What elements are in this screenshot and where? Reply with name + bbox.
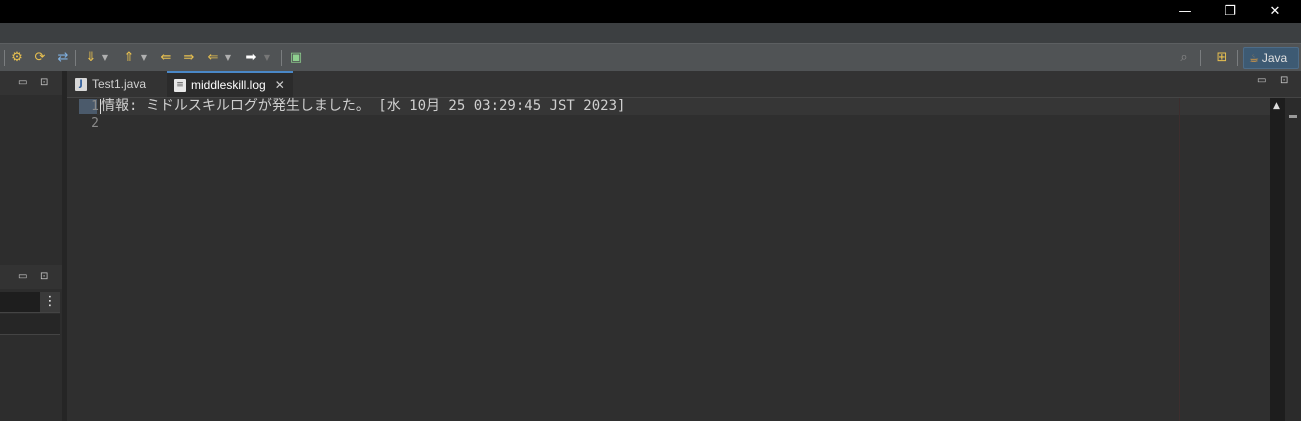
restore-window-icon[interactable]: ❐ (1207, 0, 1253, 23)
tab-middleskill-log[interactable]: ≡ middleskill.log ✕ (167, 71, 293, 97)
left-panel-top-header: ▭ ⊡ (0, 71, 62, 95)
open-perspective-icon[interactable]: ⊞ (1214, 50, 1230, 66)
toolbar-separator (1200, 50, 1201, 66)
line-number: 1 (91, 99, 99, 114)
editor-area: J Test1.java ≡ middleskill.log ✕ ▭ ⊡ 1 2… (67, 71, 1301, 421)
refresh-icon[interactable]: ⟳ (32, 50, 48, 66)
forward-icon[interactable]: ➡ (243, 50, 259, 66)
next-annotation-icon[interactable]: ⇓ (83, 50, 99, 66)
minimize-view-icon[interactable]: ▭ (18, 271, 27, 283)
overview-ruler[interactable] (1285, 98, 1301, 421)
java-file-icon: J (75, 77, 87, 91)
scroll-up-icon[interactable]: ▲ (1273, 101, 1280, 111)
maximize-view-icon[interactable]: ⊡ (40, 77, 48, 89)
toolbar-separator (75, 50, 76, 66)
vertical-scrollbar[interactable]: ▲ (1270, 98, 1285, 421)
toolbar-separator (4, 50, 5, 66)
chevron-down-icon[interactable]: ▼ (140, 50, 148, 66)
toolbar-separator (1237, 50, 1238, 66)
chevron-down-icon[interactable]: ▼ (101, 50, 109, 66)
print-margin (1179, 98, 1180, 421)
close-tab-icon[interactable]: ✕ (275, 78, 285, 92)
forward-edit-icon[interactable]: ⇛ (181, 50, 197, 66)
chevron-down-icon[interactable]: ▼ (224, 50, 232, 66)
close-window-icon[interactable]: ✕ (1252, 0, 1298, 23)
java-perspective-button[interactable]: ☕ Java (1243, 47, 1299, 69)
open-task-icon[interactable]: ▣ (288, 50, 304, 66)
menu-bar (0, 23, 1301, 43)
toolbar-separator (281, 50, 282, 66)
perspective-label: Java (1261, 51, 1288, 65)
code-line[interactable]: 情報: ミドルスキルログが発生しました。 [水 10月 25 03:29:45 … (101, 98, 625, 115)
editor-tab-bar: J Test1.java ≡ middleskill.log ✕ ▭ ⊡ (67, 71, 1301, 98)
overview-marker[interactable] (1289, 115, 1297, 118)
minimize-view-icon[interactable]: ▭ (18, 77, 27, 89)
minimize-editor-icon[interactable]: ▭ (1257, 75, 1266, 86)
secondary-field[interactable] (0, 314, 60, 335)
sync-icon[interactable]: ⇄ (55, 50, 71, 66)
last-edit-icon[interactable]: ⇚ (158, 50, 174, 66)
maximize-editor-icon[interactable]: ⊡ (1280, 75, 1288, 86)
tab-label: middleskill.log (191, 78, 266, 92)
minimize-window-icon[interactable]: — (1162, 0, 1208, 23)
maximize-view-icon[interactable]: ⊡ (40, 271, 48, 283)
line-number: 2 (91, 116, 99, 131)
tab-label: Test1.java (92, 77, 147, 91)
text-file-icon: ≡ (174, 78, 186, 92)
prev-annotation-icon[interactable]: ⇑ (121, 50, 137, 66)
window-title-bar: — ❐ ✕ (0, 0, 1301, 23)
java-perspective-icon: ☕ (1249, 51, 1259, 65)
left-panel-bottom-header: ▭ ⊡ (0, 265, 62, 289)
tab-test1-java[interactable]: J Test1.java (73, 71, 167, 97)
search-icon[interactable]: ⌕ (1176, 50, 1192, 66)
text-editor[interactable]: 1 2 情報: ミドルスキルログが発生しました。 [水 10月 25 03:29… (67, 98, 1270, 421)
left-panel: ▭ ⊡ ▭ ⊡ ⋮ (0, 71, 63, 421)
chevron-down-icon[interactable]: ▼ (263, 50, 271, 66)
back-icon[interactable]: ⇐ (205, 50, 221, 66)
main-toolbar: ⚙ ⟳ ⇄ ⇓ ▼ ⇑ ▼ ⇚ ⇛ ⇐ ▼ ➡ ▼ ▣ ⌕ ⊞ ☕ Java (0, 43, 1301, 72)
build-icon[interactable]: ⚙ (9, 50, 25, 66)
view-menu-icon[interactable]: ⋮ (40, 292, 60, 312)
